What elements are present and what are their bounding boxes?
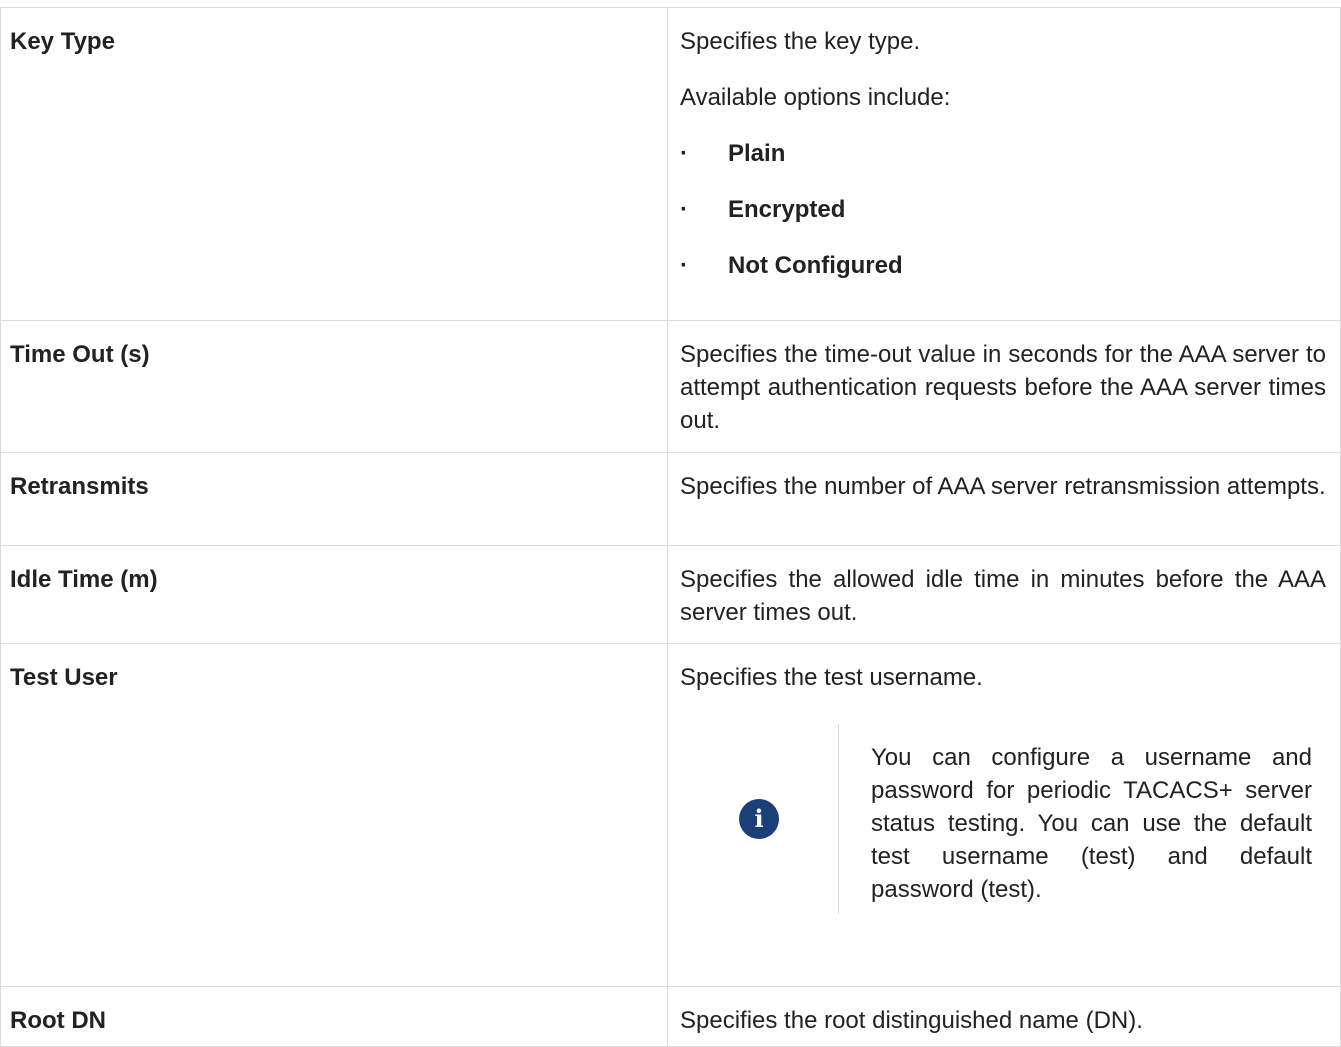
param-description: Specifies the root distinguished name (D… bbox=[667, 986, 1341, 1047]
param-name: Retransmits bbox=[0, 452, 668, 546]
description-text: Specifies the root distinguished name (D… bbox=[680, 1007, 1143, 1034]
table-row: Key Type Specifies the key type. Availab… bbox=[0, 7, 1341, 321]
description-text: Specifies the allowed idle time in minut… bbox=[680, 566, 1326, 626]
param-name: Key Type bbox=[0, 7, 668, 321]
description-text: Specifies the key type. bbox=[680, 28, 921, 55]
list-item: Plain bbox=[680, 137, 1326, 170]
param-name: Idle Time (m) bbox=[0, 545, 668, 644]
options-list: Plain Encrypted Not Configured bbox=[680, 137, 1326, 282]
note-icon-column: i bbox=[680, 724, 839, 914]
list-item: Not Configured bbox=[680, 249, 1326, 282]
param-description: Specifies the allowed idle time in minut… bbox=[667, 545, 1341, 644]
table-row: Retransmits Specifies the number of AAA … bbox=[0, 452, 1341, 546]
description-text: Specifies the time-out value in seconds … bbox=[680, 341, 1326, 434]
description-text: Specifies the test username. bbox=[680, 664, 983, 691]
note-box: i You can configure a username and passw… bbox=[680, 724, 1326, 914]
param-description: Specifies the key type. Available option… bbox=[667, 7, 1341, 321]
table-row: Test User Specifies the test username. i… bbox=[0, 643, 1341, 987]
param-description: Specifies the test username. i You can c… bbox=[667, 643, 1341, 987]
param-description: Specifies the time-out value in seconds … bbox=[667, 320, 1341, 453]
description-text: Specifies the number of AAA server retra… bbox=[680, 473, 1326, 500]
list-item: Encrypted bbox=[680, 193, 1326, 226]
param-name: Test User bbox=[0, 643, 668, 987]
options-intro: Available options include: bbox=[680, 84, 951, 111]
info-icon: i bbox=[739, 799, 779, 839]
note-text: You can configure a username and passwor… bbox=[871, 744, 1312, 903]
table-row: Idle Time (m) Specifies the allowed idle… bbox=[0, 545, 1341, 644]
param-name: Time Out (s) bbox=[0, 320, 668, 453]
param-description: Specifies the number of AAA server retra… bbox=[667, 452, 1341, 546]
param-name: Root DN bbox=[0, 986, 668, 1047]
parameter-table: Key Type Specifies the key type. Availab… bbox=[0, 7, 1341, 1047]
table-row: Time Out (s) Specifies the time-out valu… bbox=[0, 320, 1341, 453]
table-row: Root DN Specifies the root distinguished… bbox=[0, 986, 1341, 1047]
